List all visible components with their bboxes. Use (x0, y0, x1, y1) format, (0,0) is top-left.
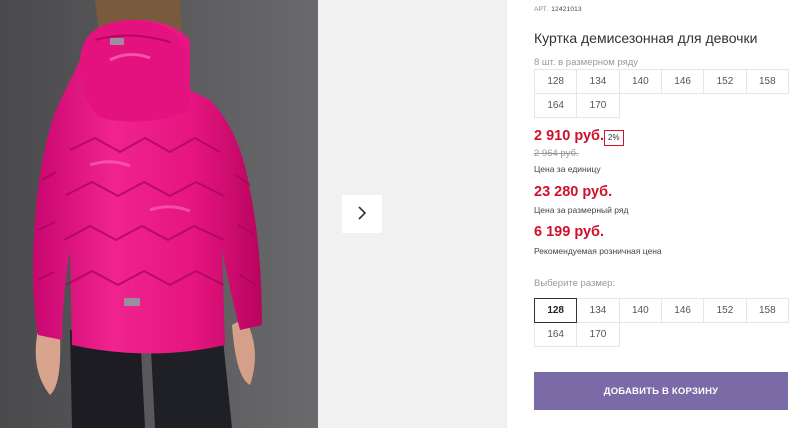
size-row-grid: 128 134 140 146 152 158 164 170 (534, 69, 789, 118)
row-price: 23 280 руб. (534, 184, 613, 200)
article-number: АРТ. 12421013 (534, 6, 582, 13)
product-photo (0, 0, 318, 428)
size-row-cell: 128 (534, 69, 578, 94)
size-row-cell: 170 (576, 93, 620, 118)
choose-size-label: Выберите размер: (534, 278, 616, 289)
size-row-cell: 134 (576, 69, 620, 94)
size-option-134[interactable]: 134 (576, 298, 620, 323)
unit-price-note: Цена за единицу (534, 164, 601, 174)
size-option-164[interactable]: 164 (534, 322, 578, 347)
size-row-cell: 146 (660, 69, 705, 94)
size-picker: 128 134 140 146 152 158 164 170 (534, 298, 789, 347)
product-info: АРТ. 12421013 Куртка демисезонная для дев… (534, 0, 790, 428)
size-option-128[interactable]: 128 (534, 298, 578, 323)
discount-badge: 2% (604, 130, 624, 146)
size-option-158[interactable]: 158 (745, 298, 789, 323)
size-option-170[interactable]: 170 (576, 322, 620, 347)
old-price: 2 964 руб. (534, 148, 579, 159)
unit-price: 2 910 руб. (534, 128, 605, 144)
size-option-140[interactable]: 140 (618, 298, 662, 323)
girl-in-pink-jacket-illustration (0, 0, 318, 428)
chevron-right-icon (356, 205, 368, 224)
recommended-retail-price: 6 199 руб. (534, 224, 605, 240)
size-row-cell: 158 (745, 69, 789, 94)
article-label: АРТ. (534, 6, 549, 13)
row-price-note: Цена за размерный ряд (534, 205, 629, 215)
gallery-side-pane (318, 0, 506, 428)
size-row-cell: 140 (618, 69, 662, 94)
size-row-cell: 152 (703, 69, 747, 94)
size-option-146[interactable]: 146 (660, 298, 705, 323)
size-option-152[interactable]: 152 (703, 298, 747, 323)
rrp-note: Рекомендуемая розничная цена (534, 246, 662, 256)
article-value: 12421013 (551, 6, 582, 13)
next-image-button[interactable] (342, 195, 382, 233)
divider (506, 0, 507, 428)
size-row-cell: 164 (534, 93, 578, 118)
product-title: Куртка демисезонная для девочки (534, 30, 758, 46)
add-to-cart-button[interactable]: ДОБАВИТЬ В КОРЗИНУ (534, 372, 788, 410)
size-row-label: 8 шт. в размерном ряду (534, 57, 639, 68)
